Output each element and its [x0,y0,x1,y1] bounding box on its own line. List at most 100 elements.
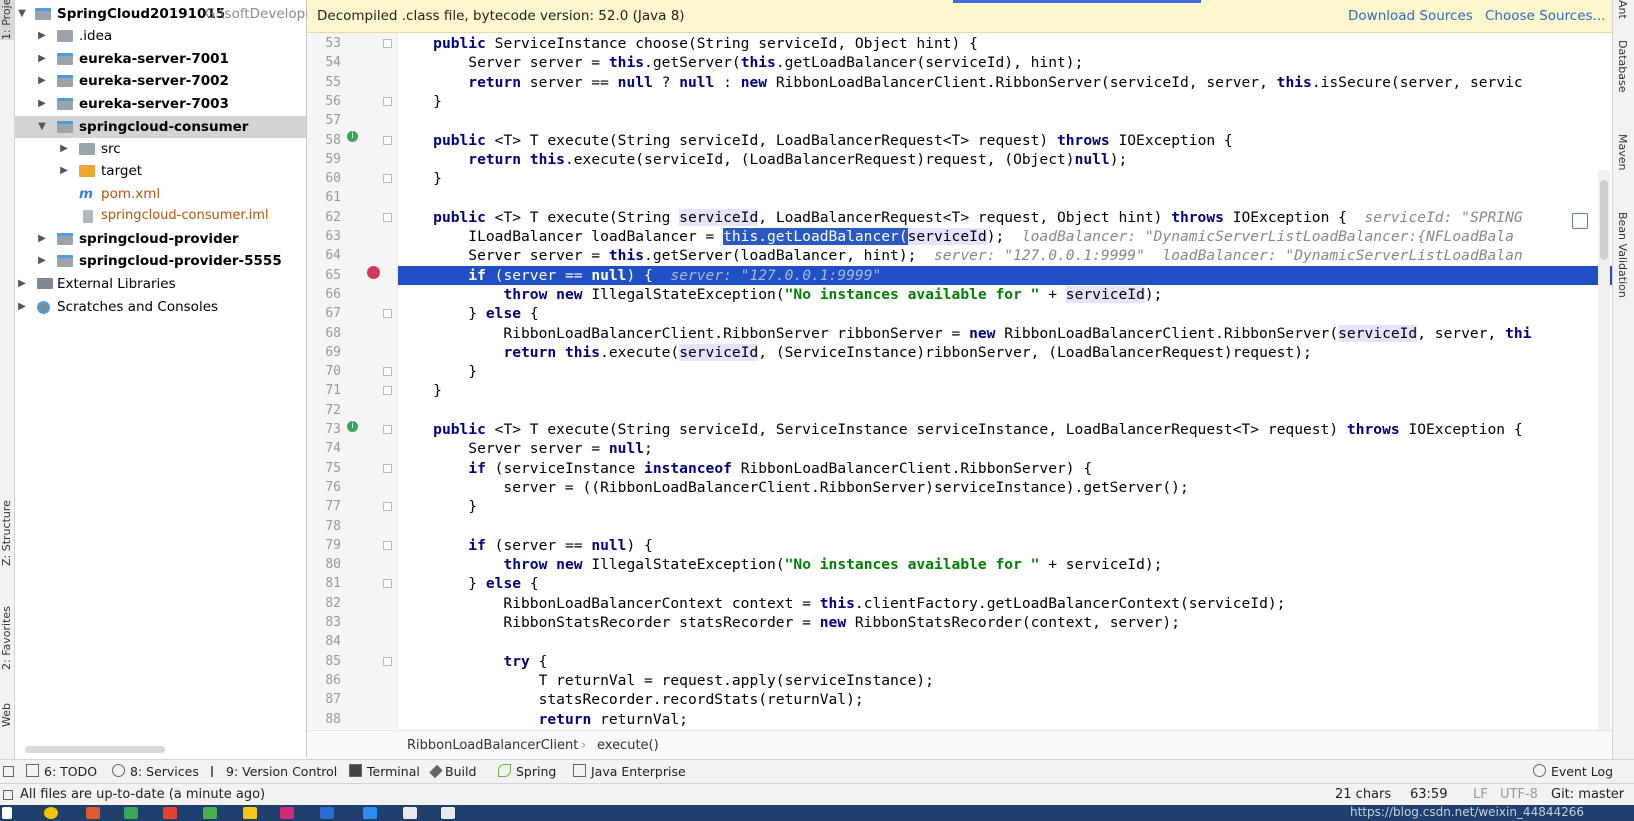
code-line[interactable]: } else { [398,574,1612,593]
code-line[interactable]: if (serviceInstance instanceof RibbonLoa… [398,459,1612,478]
status-toggle-icon[interactable] [3,790,13,800]
line-number[interactable]: 85 [307,652,341,671]
taskbar-app-icon[interactable] [163,807,177,819]
tree-item-scratches[interactable]: ▶ Scratches and Consoles [15,296,306,318]
status-message[interactable]: All files are up-to-date (a minute ago) [20,787,265,802]
fold-marker-icon[interactable] [383,367,392,377]
scrollbar-thumb[interactable] [1600,180,1608,260]
line-number[interactable]: 55 [307,73,341,92]
line-number[interactable]: 87 [307,690,341,709]
taskbar-app-icon[interactable] [124,807,138,819]
tree-item-eureka-7001[interactable]: ▶ eureka-server-7001 [15,48,306,70]
line-separator[interactable]: LF [1473,787,1488,802]
tree-item-eureka-7002[interactable]: ▶ eureka-server-7002 [15,70,306,92]
line-number[interactable]: 88 [307,710,341,729]
code-line[interactable] [398,111,1612,130]
editor-gutter[interactable]: 53 54 55 56 57 58 59 60 61 62 63 64 65 66 67 68 69 70 71 72… [307,33,398,729]
tree-item-pom[interactable]: m pom.xml [15,183,306,205]
code-line[interactable]: return server == null ? null : new Ribbo… [398,73,1612,92]
tree-item-idea[interactable]: ▶ .idea [15,25,306,47]
line-number[interactable]: 58 [307,131,341,150]
code-line[interactable]: RibbonStatsRecorder statsRecorder = new … [398,613,1612,632]
code-line[interactable]: return this.execute(serviceId, (ServiceI… [398,343,1612,362]
tree-item-external-libraries[interactable]: ▶ External Libraries [15,273,306,295]
line-number[interactable]: 77 [307,497,341,516]
event-log-tool-button[interactable]: Event Log [1533,764,1613,779]
maven-tool-tab[interactable]: Maven [1616,134,1629,184]
fold-marker-icon[interactable] [383,540,392,550]
code-line[interactable]: } [398,381,1612,400]
code-line[interactable]: public <T> T execute(String serviceId, L… [398,208,1612,227]
terminal-tool-button[interactable]: Terminal [349,764,420,779]
line-number[interactable]: 75 [307,459,341,478]
tree-item-src[interactable]: ▶ src [15,138,306,160]
breadcrumb-method[interactable]: execute() [597,738,659,753]
current-execution-line[interactable]: if (server == null) { server: "127.0.0.1… [398,265,1612,285]
breadcrumb-class[interactable]: RibbonLoadBalancerClient [407,738,578,753]
database-tool-tab[interactable]: Database [1616,40,1629,110]
line-number[interactable]: 82 [307,594,341,613]
taskbar-app-icon[interactable] [203,807,217,819]
line-number[interactable]: 84 [307,632,341,651]
code-line[interactable]: return returnVal; [398,710,1612,729]
code-line[interactable]: server = ((RibbonLoadBalancerClient.Ribb… [398,478,1612,497]
fold-marker-icon[interactable] [383,425,392,434]
fold-marker-icon[interactable] [383,212,392,222]
fold-marker-icon[interactable] [383,579,392,589]
code-line[interactable]: return this.execute(serviceId, (LoadBala… [398,150,1612,169]
code-line[interactable]: } [398,169,1612,188]
code-line[interactable]: ILoadBalancer loadBalancer = this.getLoa… [398,227,1612,246]
expanded-arrow-icon[interactable]: ▼ [17,3,27,25]
code-line[interactable] [398,401,1612,420]
line-number[interactable]: 64 [307,246,341,265]
line-number[interactable]: 61 [307,188,341,207]
code-editor[interactable]: public ServiceInstance choose(String ser… [398,33,1612,729]
toggle-tool-windows-icon[interactable] [3,766,14,777]
bean-validation-tool-tab[interactable]: Bean Validation [1616,212,1629,312]
implement-marker-icon[interactable]: i [347,131,358,142]
line-number[interactable]: 62 [307,208,341,227]
code-line[interactable]: } [398,362,1612,381]
intellij-icon[interactable] [280,807,294,819]
line-number[interactable]: 71 [307,381,341,400]
git-branch[interactable]: Git: master [1551,787,1624,802]
expanded-arrow-icon[interactable]: ▼ [37,116,47,138]
code-line[interactable]: if (server == null) { [398,536,1612,555]
collapsed-arrow-icon[interactable]: ▶ [59,160,69,182]
web-tool-tab[interactable]: Web [0,700,14,730]
collapsed-arrow-icon[interactable]: ▶ [37,48,47,70]
code-line[interactable]: Server server = null; [398,439,1612,458]
line-number[interactable]: 79 [307,536,341,555]
collapsed-arrow-icon[interactable]: ▶ [37,25,47,47]
taskbar-app-icon[interactable] [403,807,417,819]
collapsed-arrow-icon[interactable]: ▶ [17,273,27,295]
tree-root[interactable]: ▼ SpringCloud20191015 G:\softDevelopm [15,3,318,25]
line-number[interactable]: 74 [307,439,341,458]
fold-marker-icon[interactable] [383,386,392,396]
version-control-tool-button[interactable]: 9: Version Control [211,764,337,779]
windows-start-icon[interactable] [2,807,12,819]
line-number[interactable]: 65 [307,266,341,285]
line-number[interactable]: 59 [307,150,341,169]
tree-item-springcloud-consumer[interactable]: ▼ springcloud-consumer [15,116,306,138]
code-line[interactable]: statsRecorder.recordStats(returnVal); [398,690,1612,709]
line-number[interactable]: 57 [307,111,341,130]
code-line[interactable]: try { [398,652,1612,671]
caret-position[interactable]: 63:59 [1410,787,1447,802]
fold-marker-icon[interactable] [383,656,392,666]
spring-tool-button[interactable]: Spring [498,764,556,779]
services-tool-button[interactable]: 8: Services [112,764,199,779]
fold-marker-icon[interactable] [383,502,392,512]
fold-marker-icon[interactable] [383,39,392,48]
code-line[interactable]: Server server = this.getServer(loadBalan… [398,246,1612,265]
taskbar-app-icon[interactable] [320,807,334,819]
project-tool-tab[interactable]: 1: Project [0,0,14,40]
code-line[interactable]: throw new IllegalStateException("No inst… [398,555,1612,574]
tree-item-target[interactable]: ▶ target [15,160,306,182]
horizontal-scrollbar[interactable] [25,746,165,753]
line-number[interactable]: 54 [307,53,341,72]
line-number[interactable]: 80 [307,555,341,574]
line-number[interactable]: 66 [307,285,341,304]
line-number[interactable]: 56 [307,92,341,111]
line-number[interactable]: 67 [307,304,341,323]
